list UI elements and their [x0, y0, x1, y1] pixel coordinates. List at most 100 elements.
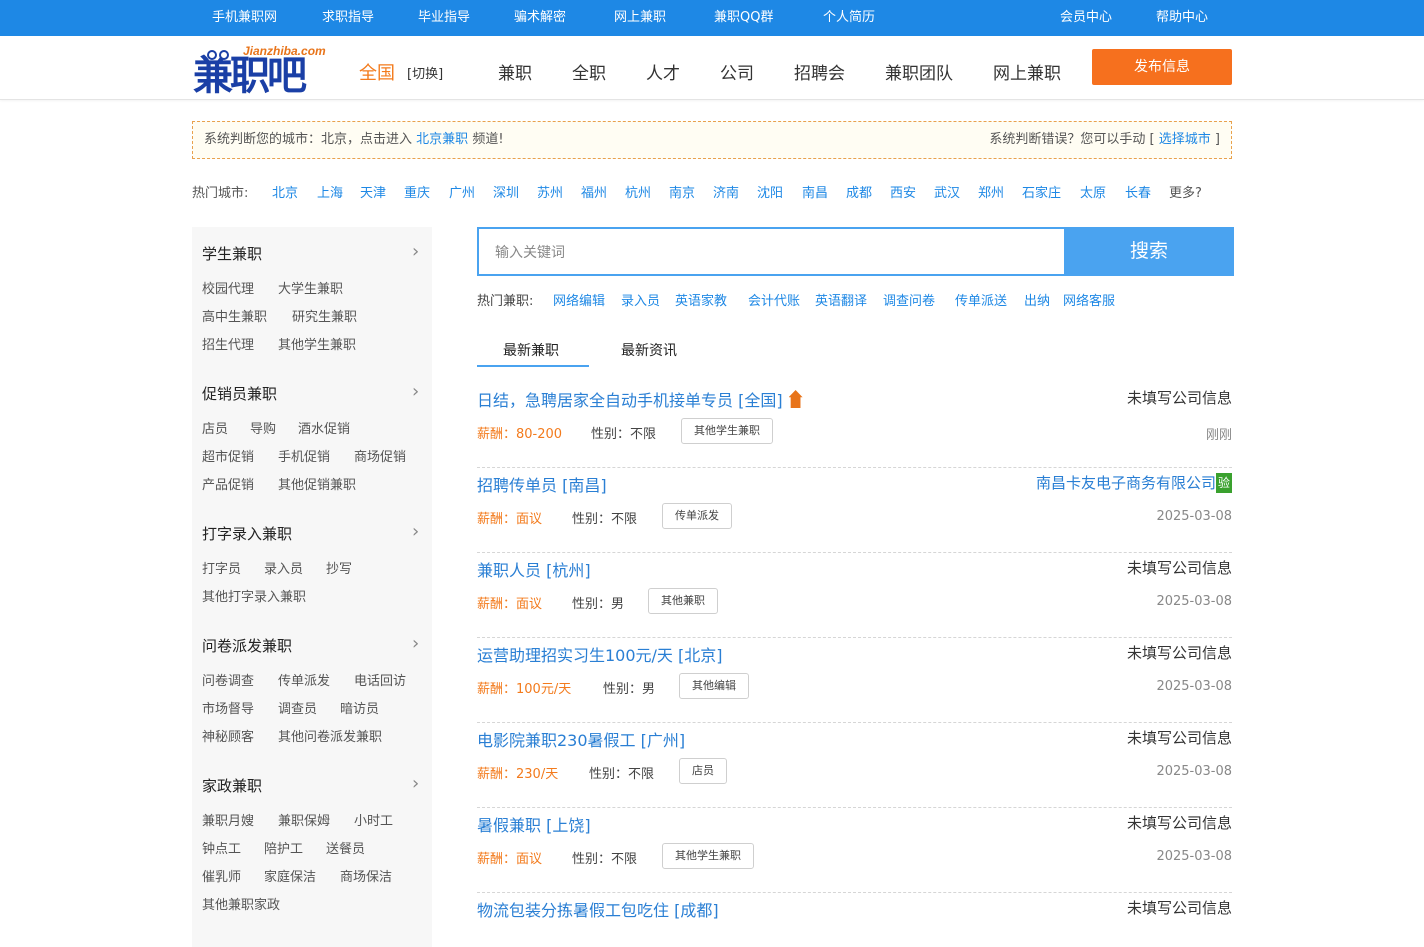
choose-city-link[interactable]: 选择城市: [1159, 132, 1211, 147]
topbar-link-qq-group[interactable]: 兼职QQ群: [714, 0, 773, 36]
topbar-link-resume[interactable]: 个人简历: [823, 0, 875, 36]
category-item[interactable]: 其他兼职家政: [202, 894, 280, 913]
category-item[interactable]: 市场督导: [202, 698, 254, 717]
city-link[interactable]: 西安: [890, 184, 916, 204]
category-title[interactable]: 家政兼职: [202, 775, 262, 796]
category-item[interactable]: 产品促销: [202, 474, 254, 493]
nav-team[interactable]: 兼职团队: [885, 59, 953, 84]
category-item[interactable]: 暗访员: [340, 698, 379, 717]
job-company-link[interactable]: 南昌卡友电子商务有限公司: [1036, 474, 1216, 492]
nav-part-time[interactable]: 兼职: [498, 59, 532, 84]
job-category-tag[interactable]: 店员: [679, 758, 727, 784]
category-item[interactable]: 送餐员: [326, 838, 365, 857]
nav-talent[interactable]: 人才: [646, 59, 680, 84]
category-item[interactable]: 打字员: [202, 558, 241, 577]
site-logo[interactable]: Jianzhiba.com 兼职吧: [193, 44, 343, 98]
category-item[interactable]: 其他促销兼职: [278, 474, 356, 493]
category-item[interactable]: 招生代理: [202, 334, 254, 353]
category-item[interactable]: 研究生兼职: [292, 306, 357, 325]
category-item[interactable]: 超市促销: [202, 446, 254, 465]
category-title[interactable]: 打字录入兼职: [202, 523, 292, 544]
chevron-right-icon[interactable]: ›: [412, 635, 419, 653]
city-link[interactable]: 沈阳: [757, 184, 783, 204]
category-item[interactable]: 家庭保洁: [264, 866, 316, 885]
category-item[interactable]: 其他学生兼职: [278, 334, 356, 353]
job-category-tag[interactable]: 传单派发: [662, 503, 732, 529]
topbar-link-help-center[interactable]: 帮助中心: [1156, 0, 1208, 36]
city-link[interactable]: 杭州: [625, 184, 651, 204]
city-link[interactable]: 石家庄: [1022, 184, 1061, 204]
topbar-link-job-guide[interactable]: 求职指导: [322, 0, 374, 36]
city-link[interactable]: 济南: [713, 184, 739, 204]
hot-job-link[interactable]: 调查问卷: [883, 293, 935, 311]
category-item[interactable]: 其他打字录入兼职: [202, 586, 306, 605]
hot-job-link[interactable]: 录入员: [621, 293, 660, 311]
hot-job-link[interactable]: 会计代账: [748, 293, 800, 311]
job-title-link[interactable]: 电影院兼职230暑假工 [广州]: [477, 727, 685, 751]
post-info-button[interactable]: 发布信息: [1092, 49, 1232, 85]
hot-job-link[interactable]: 传单派送: [955, 293, 1007, 311]
category-item[interactable]: 调查员: [278, 698, 317, 717]
city-link[interactable]: 南京: [669, 184, 695, 204]
city-link[interactable]: 成都: [846, 184, 872, 204]
category-item[interactable]: 抄写: [326, 558, 352, 577]
search-input[interactable]: [479, 229, 1062, 274]
category-item[interactable]: 商场保洁: [340, 866, 392, 885]
city-link[interactable]: 重庆: [404, 184, 430, 204]
tab-latest-news[interactable]: 最新资讯: [621, 340, 677, 360]
hot-job-link[interactable]: 网络编辑: [553, 293, 605, 311]
category-item[interactable]: 店员: [202, 418, 228, 437]
category-item[interactable]: 导购: [250, 418, 276, 437]
city-link[interactable]: 南昌: [802, 184, 828, 204]
job-title-link[interactable]: 暑假兼职 [上饶]: [477, 812, 591, 836]
topbar-link-online-jobs[interactable]: 网上兼职: [614, 0, 666, 36]
category-item[interactable]: 神秘顾客: [202, 726, 254, 745]
city-link[interactable]: 北京: [272, 184, 298, 204]
nav-full-time[interactable]: 全职: [572, 59, 606, 84]
category-item[interactable]: 兼职保姆: [278, 810, 330, 829]
chevron-right-icon[interactable]: ›: [412, 523, 419, 541]
chevron-right-icon[interactable]: ›: [412, 383, 419, 401]
job-category-tag[interactable]: 其他编辑: [679, 673, 749, 699]
category-item[interactable]: 传单派发: [278, 670, 330, 689]
city-link[interactable]: 上海: [317, 184, 343, 204]
category-item[interactable]: 小时工: [354, 810, 393, 829]
topbar-link-mobile[interactable]: 手机兼职网: [212, 0, 277, 36]
category-item[interactable]: 兼职月嫂: [202, 810, 254, 829]
tab-latest-jobs[interactable]: 最新兼职: [503, 340, 559, 360]
job-category-tag[interactable]: 其他兼职: [648, 588, 718, 614]
category-title[interactable]: 学生兼职: [202, 243, 262, 264]
category-item[interactable]: 电话回访: [354, 670, 406, 689]
job-title-link[interactable]: 日结，急聘居家全自动手机接单专员 [全国]: [477, 387, 803, 411]
hot-job-link[interactable]: 英语翻译: [815, 293, 867, 311]
chevron-right-icon[interactable]: ›: [412, 243, 419, 261]
category-item[interactable]: 其他问卷派发兼职: [278, 726, 382, 745]
category-item[interactable]: 问卷调查: [202, 670, 254, 689]
hot-job-link[interactable]: 英语家教: [675, 293, 727, 311]
city-link[interactable]: 长春: [1125, 184, 1151, 204]
job-title-link[interactable]: 物流包装分拣暑假工包吃住 [成都]: [477, 897, 719, 921]
topbar-link-graduate-guide[interactable]: 毕业指导: [418, 0, 470, 36]
category-item[interactable]: 催乳师: [202, 866, 241, 885]
category-item[interactable]: 钟点工: [202, 838, 241, 857]
nav-company[interactable]: 公司: [720, 59, 754, 84]
city-link[interactable]: 深圳: [493, 184, 519, 204]
city-link[interactable]: 福州: [581, 184, 607, 204]
chevron-right-icon[interactable]: ›: [412, 775, 419, 793]
job-category-tag[interactable]: 其他学生兼职: [681, 418, 773, 444]
city-link[interactable]: 武汉: [934, 184, 960, 204]
category-item[interactable]: 商场促销: [354, 446, 406, 465]
job-category-tag[interactable]: 其他学生兼职: [662, 843, 754, 869]
category-item[interactable]: 手机促销: [278, 446, 330, 465]
topbar-link-scam-reveal[interactable]: 骗术解密: [514, 0, 566, 36]
region-switch-link[interactable]: [切换]: [407, 63, 443, 82]
category-item[interactable]: 高中生兼职: [202, 306, 267, 325]
hot-job-link[interactable]: 出纳: [1024, 293, 1050, 311]
nav-online-jobs[interactable]: 网上兼职: [993, 59, 1061, 84]
category-title[interactable]: 问卷派发兼职: [202, 635, 292, 656]
city-link[interactable]: 天津: [360, 184, 386, 204]
category-item[interactable]: 大学生兼职: [278, 278, 343, 297]
category-title[interactable]: 促销员兼职: [202, 383, 277, 404]
nav-job-fair[interactable]: 招聘会: [794, 59, 845, 84]
job-title-link[interactable]: 运营助理招实习生100元/天 [北京]: [477, 642, 723, 666]
